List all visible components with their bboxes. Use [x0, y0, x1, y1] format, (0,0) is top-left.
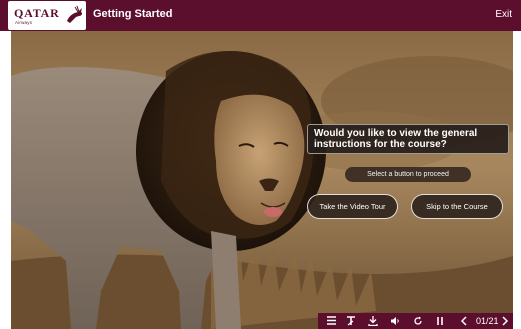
- previous-icon[interactable]: [457, 314, 471, 328]
- menu-icon[interactable]: [324, 314, 338, 328]
- pause-icon[interactable]: [433, 314, 447, 328]
- download-icon[interactable]: [366, 314, 380, 328]
- exit-button[interactable]: Exit: [495, 9, 512, 20]
- qatar-airways-logo: QATAR Airways: [8, 1, 86, 30]
- logo-subtext: Airways: [15, 20, 33, 25]
- page-title: Getting Started: [93, 8, 173, 20]
- logo-wordmark: QATAR: [14, 6, 60, 20]
- replay-icon[interactable]: [411, 314, 425, 328]
- next-icon[interactable]: [499, 314, 511, 328]
- hint-pill: Select a button to proceed: [345, 167, 471, 182]
- lion-background-photo: Would you like to view the general instr…: [11, 31, 513, 329]
- header-bar: QATAR Airways Getting Started Exit: [0, 0, 521, 31]
- oryx-icon: [67, 5, 83, 23]
- skip-to-course-button[interactable]: Skip to the Course: [411, 194, 503, 219]
- text-size-icon[interactable]: [344, 314, 358, 328]
- take-video-tour-button[interactable]: Take the Video Tour: [307, 194, 398, 219]
- page-indicator: 01/21: [476, 316, 499, 326]
- question-text: Would you like to view the general instr…: [314, 128, 478, 150]
- player-controls: 01/21: [318, 313, 513, 329]
- volume-icon[interactable]: [388, 314, 402, 328]
- question-box: Would you like to view the general instr…: [307, 124, 509, 154]
